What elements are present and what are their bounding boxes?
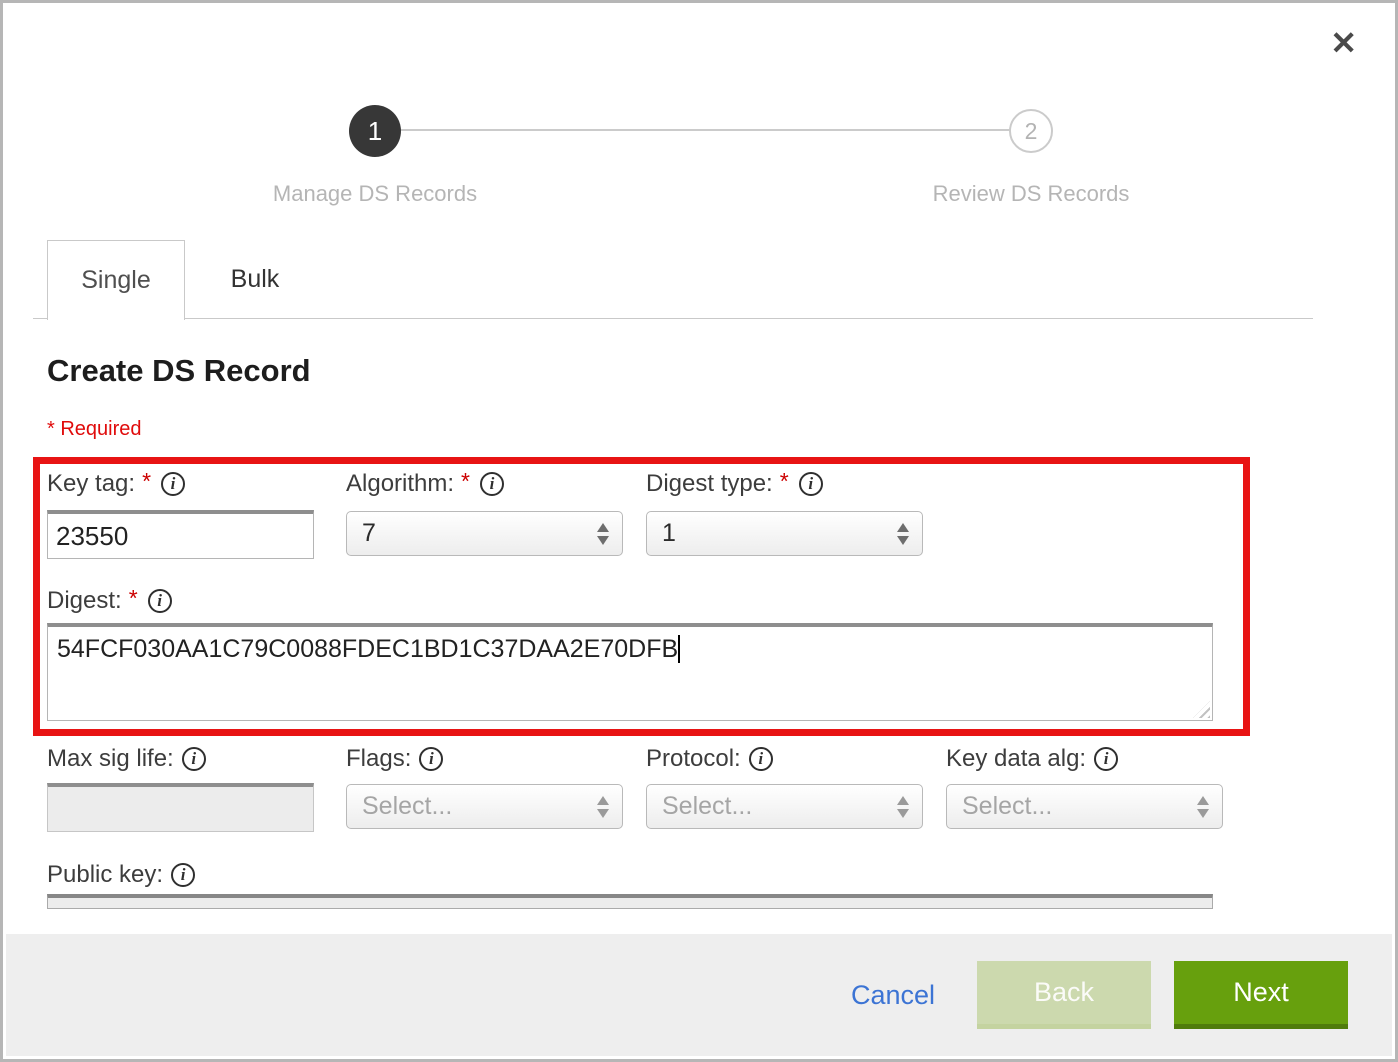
info-icon[interactable]: i — [799, 472, 823, 496]
public-key-textarea[interactable] — [47, 894, 1213, 909]
max-sig-life-input — [47, 783, 314, 832]
digest-type-select[interactable]: 1 — [646, 511, 923, 556]
key-data-alg-label: Key data alg:i — [946, 744, 1118, 774]
protocol-label: Protocol:i — [646, 744, 773, 774]
select-arrows-icon — [1197, 796, 1209, 818]
info-icon[interactable]: i — [1094, 747, 1118, 771]
required-asterisk: * — [129, 585, 138, 612]
max-sig-life-label: Max sig life:i — [47, 744, 206, 774]
key-data-alg-select[interactable]: Select... — [946, 784, 1223, 829]
resize-handle[interactable] — [1193, 701, 1210, 718]
stepper-step-1-circle: 1 — [349, 105, 401, 157]
info-icon[interactable]: i — [480, 472, 504, 496]
flags-label: Flags:i — [346, 744, 443, 774]
next-button[interactable]: Next — [1174, 961, 1348, 1029]
select-arrows-icon — [897, 796, 909, 818]
modal-footer: Cancel Back Next — [6, 934, 1392, 1056]
tab-bulk[interactable]: Bulk — [185, 240, 325, 318]
info-icon[interactable]: i — [419, 747, 443, 771]
tab-bar: Single Bulk — [33, 240, 1313, 319]
cancel-button[interactable]: Cancel — [851, 980, 935, 1011]
info-icon[interactable]: i — [148, 589, 172, 613]
key-tag-label: Key tag:*i — [47, 469, 185, 499]
stepper-step-1-label: Manage DS Records — [215, 181, 535, 207]
digest-value: 54FCF030AA1C79C0088FDEC1BD1C37DAA2E70DFB — [57, 635, 678, 663]
algorithm-select[interactable]: 7 — [346, 511, 623, 556]
text-cursor — [678, 635, 680, 663]
select-arrows-icon — [597, 796, 609, 818]
select-arrows-icon — [597, 523, 609, 545]
tab-single[interactable]: Single — [47, 240, 185, 320]
select-arrows-icon — [897, 523, 909, 545]
close-icon[interactable]: ✕ — [1330, 27, 1357, 59]
digest-type-label: Digest type:*i — [646, 469, 823, 499]
required-asterisk: * — [461, 468, 470, 495]
stepper-connector-line — [375, 129, 1031, 131]
required-asterisk: * — [780, 468, 789, 495]
public-key-label: Public key:i — [47, 860, 195, 890]
info-icon[interactable]: i — [182, 747, 206, 771]
flags-select[interactable]: Select... — [346, 784, 623, 829]
digest-textarea[interactable]: 54FCF030AA1C79C0088FDEC1BD1C37DAA2E70DFB — [47, 623, 1213, 721]
algorithm-label: Algorithm:*i — [346, 469, 504, 499]
info-icon[interactable]: i — [171, 863, 195, 887]
info-icon[interactable]: i — [161, 472, 185, 496]
stepper-step-2-circle: 2 — [1009, 109, 1053, 153]
back-button: Back — [977, 961, 1151, 1029]
page-title: Create DS Record — [47, 353, 311, 389]
key-tag-input[interactable] — [47, 510, 314, 559]
create-ds-record-modal: ✕ 1 2 Manage DS Records Review DS Record… — [0, 0, 1398, 1062]
required-asterisk: * — [142, 468, 151, 495]
stepper-step-2-label: Review DS Records — [871, 181, 1191, 207]
protocol-select[interactable]: Select... — [646, 784, 923, 829]
info-icon[interactable]: i — [749, 747, 773, 771]
digest-label: Digest:*i — [47, 586, 172, 616]
required-note: * Required — [47, 418, 142, 441]
